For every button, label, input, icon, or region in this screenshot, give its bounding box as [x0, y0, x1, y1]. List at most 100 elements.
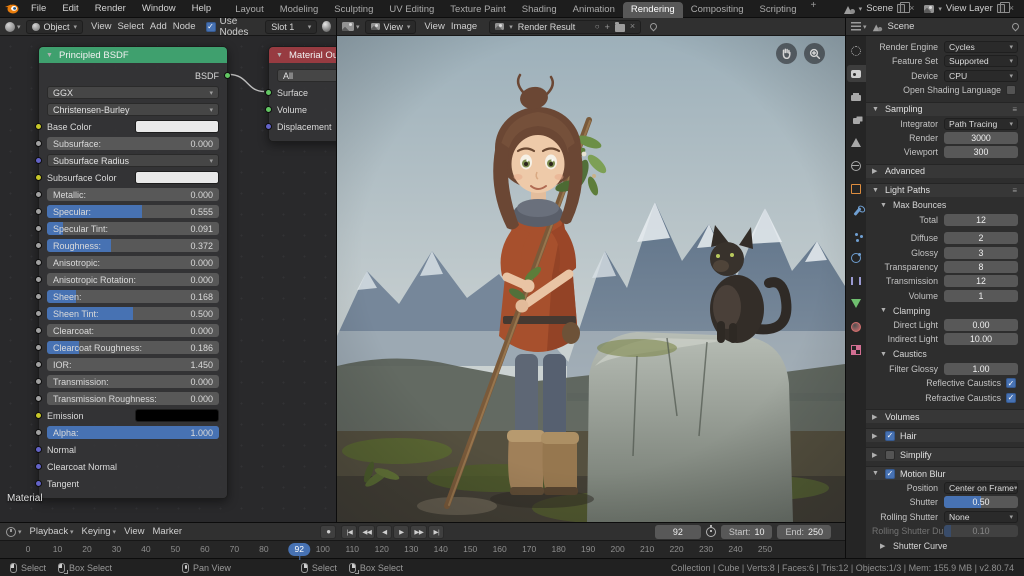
new-scene-icon[interactable] — [897, 2, 911, 13]
panel-menu-icon[interactable]: ≡ — [1012, 186, 1018, 195]
panel-menu-icon[interactable]: ≡ — [1012, 105, 1018, 114]
subpanel-max-bounces[interactable]: ▼ Max Bounces — [872, 199, 1018, 212]
frame-start-field[interactable]: Start: 10 — [720, 524, 773, 539]
bsdf-row-transmission[interactable]: Transmission: 0.000 — [35, 375, 219, 388]
subpanel-shutter-curve[interactable]: ▶ Shutter Curve — [872, 540, 1018, 553]
panel-sampling[interactable]: ▼ Sampling ≡ — [866, 101, 1024, 116]
output-row-displacement[interactable]: Displacement — [265, 120, 336, 133]
play-button[interactable]: ▶ — [393, 524, 410, 539]
render-viewport[interactable] — [337, 36, 845, 522]
principled-bsdf-node[interactable]: ▼ Principled BSDF BSDF GGX ▾ Christensen-Bu… — [35, 46, 231, 499]
field-viewport[interactable]: 300 — [944, 146, 1018, 159]
input-socket[interactable] — [35, 208, 42, 215]
prev-keyframe-button[interactable]: ◀◀ — [358, 524, 376, 539]
display-mode-dropdown[interactable]: View ▾ — [364, 19, 417, 34]
tab-physics[interactable] — [847, 249, 866, 266]
bsdf-row-base-color[interactable]: Base Color — [35, 120, 219, 133]
bsdf-row-ior[interactable]: IOR: 1.450 — [35, 358, 219, 371]
image-datablock-selector[interactable]: ▾ Render Result ○ + × — [489, 19, 642, 34]
field-diffuse[interactable]: 2 — [944, 232, 1018, 245]
slot-dropdown[interactable]: Slot 1 ▾ — [265, 19, 318, 34]
subpanel-clamping[interactable]: ▼ Clamping — [872, 304, 1018, 317]
slider-anisotropic-rotation[interactable]: Anisotropic Rotation: 0.000 — [47, 273, 219, 286]
select-position[interactable]: Center on Frame ▾ — [944, 482, 1018, 495]
input-socket[interactable] — [265, 106, 272, 113]
node-canvas[interactable]: ▼ Principled BSDF BSDF GGX ▾ Christensen-Bu… — [0, 36, 336, 522]
slider-rolling-shutter-dur[interactable]: 0.10 — [944, 525, 1018, 538]
tab-scene[interactable] — [847, 134, 866, 151]
dropdown-christensen-burley[interactable]: Christensen-Burley ▾ — [47, 103, 219, 116]
dropdown-all[interactable]: All — [277, 69, 336, 82]
select-render-engine[interactable]: Cycles ▾ — [944, 41, 1018, 53]
select-integrator[interactable]: Path Tracing ▾ — [944, 117, 1018, 130]
bsdf-row-transmission-roughness[interactable]: Transmission Roughness: 0.000 — [35, 392, 219, 405]
workspace-tab-shading[interactable]: Shading — [514, 2, 565, 18]
input-socket[interactable] — [35, 429, 42, 436]
view-layer-name[interactable]: View Layer — [946, 3, 993, 14]
image-name[interactable]: Render Result — [518, 22, 590, 32]
output-row-all[interactable]: All — [277, 69, 336, 82]
bsdf-row-clearcoat[interactable]: Clearcoat: 0.000 — [35, 324, 219, 337]
slider-clearcoat[interactable]: Clearcoat: 0.000 — [47, 324, 219, 337]
view-layer-selector[interactable]: ▾ View Layer × — [924, 2, 1014, 14]
input-socket[interactable] — [35, 276, 42, 283]
input-socket[interactable] — [35, 446, 42, 453]
panel-motion-blur[interactable]: ▼ ✓ Motion Blur — [866, 466, 1024, 481]
bsdf-row-metallic[interactable]: Metallic: 0.000 — [35, 188, 219, 201]
menu-view[interactable]: View — [421, 21, 447, 32]
bsdf-row-tangent[interactable]: Tangent — [35, 477, 219, 490]
tab-object[interactable] — [847, 180, 866, 197]
auto-keying-button[interactable]: ● — [320, 524, 337, 539]
tab-material[interactable] — [847, 318, 866, 335]
next-keyframe-button[interactable]: ▶▶ — [410, 524, 428, 539]
select-rolling-shutter[interactable]: None ▾ — [944, 510, 1018, 523]
menu-playback[interactable]: Playback ▾ — [27, 526, 77, 537]
bsdf-row-ggx[interactable]: GGX ▾ — [47, 86, 219, 99]
input-socket[interactable] — [265, 89, 272, 96]
bsdf-row-subsurface-color[interactable]: Subsurface Color — [35, 171, 219, 184]
bsdf-row-specular[interactable]: Specular: 0.555 — [35, 205, 219, 218]
checkbox-refractive-caustics[interactable]: ✓ — [1006, 392, 1016, 403]
new-view-layer-icon[interactable] — [996, 2, 1010, 13]
input-socket[interactable] — [35, 174, 42, 181]
output-row-surface[interactable]: Surface — [265, 86, 336, 99]
field-indirect-light[interactable]: 10.00 — [944, 333, 1018, 346]
scene-selector[interactable]: ▾ Scene × — [843, 2, 914, 14]
scene-name[interactable]: Scene — [866, 3, 893, 14]
field-volume[interactable]: 1 — [944, 289, 1018, 302]
color-swatch[interactable] — [135, 171, 219, 184]
slider-transmission-roughness[interactable]: Transmission Roughness: 0.000 — [47, 392, 219, 405]
bsdf-row-christensen-burley[interactable]: Christensen-Burley ▾ — [47, 103, 219, 116]
editor-type-button[interactable]: ▾ — [342, 22, 360, 31]
panel-volumes[interactable]: ▶ Volumes — [866, 409, 1024, 424]
checkbox-open-shading-language[interactable] — [1006, 85, 1016, 96]
select-feature-set[interactable]: Supported ▾ — [944, 55, 1018, 68]
editor-type-button[interactable]: ▾ — [851, 22, 867, 31]
material-output-node[interactable]: ▼ Material Output All Surface Volume Displa… — [265, 46, 336, 142]
input-socket[interactable] — [35, 310, 42, 317]
collapse-icon[interactable]: ▼ — [46, 52, 54, 59]
zoom-view-button[interactable] — [804, 43, 825, 64]
fake-user-icon[interactable]: ○ — [595, 22, 600, 31]
bsdf-row-subsurface-radius[interactable]: Subsurface Radius ▾ — [35, 154, 219, 167]
field-total[interactable]: 12 — [944, 213, 1018, 226]
menu-window[interactable]: Window — [134, 2, 184, 15]
tab-output[interactable] — [847, 88, 866, 105]
material-preview-icon[interactable] — [322, 21, 331, 32]
menu-render[interactable]: Render — [87, 2, 134, 15]
open-image-icon[interactable] — [614, 21, 625, 32]
pan-view-button[interactable] — [776, 43, 797, 64]
select-device[interactable]: CPU ▾ — [944, 69, 1018, 82]
slider-sheen[interactable]: Sheen: 0.168 — [47, 290, 219, 303]
dropdown-ggx[interactable]: GGX ▾ — [47, 86, 219, 99]
tab-constraints[interactable] — [847, 272, 866, 289]
field-direct-light[interactable]: 0.00 — [944, 319, 1018, 332]
shader-type-dropdown[interactable]: Object ▾ — [25, 19, 84, 34]
menu-help[interactable]: Help — [184, 2, 220, 15]
workspace-tab-rendering[interactable]: Rendering — [622, 1, 683, 18]
workspace-tab-modeling[interactable]: Modeling — [272, 2, 327, 18]
input-socket[interactable] — [35, 157, 42, 164]
pin-icon[interactable] — [1010, 21, 1021, 32]
use-nodes-toggle[interactable]: ✓ Use Nodes — [205, 16, 257, 38]
checkbox-hair[interactable]: ✓ — [885, 430, 895, 441]
